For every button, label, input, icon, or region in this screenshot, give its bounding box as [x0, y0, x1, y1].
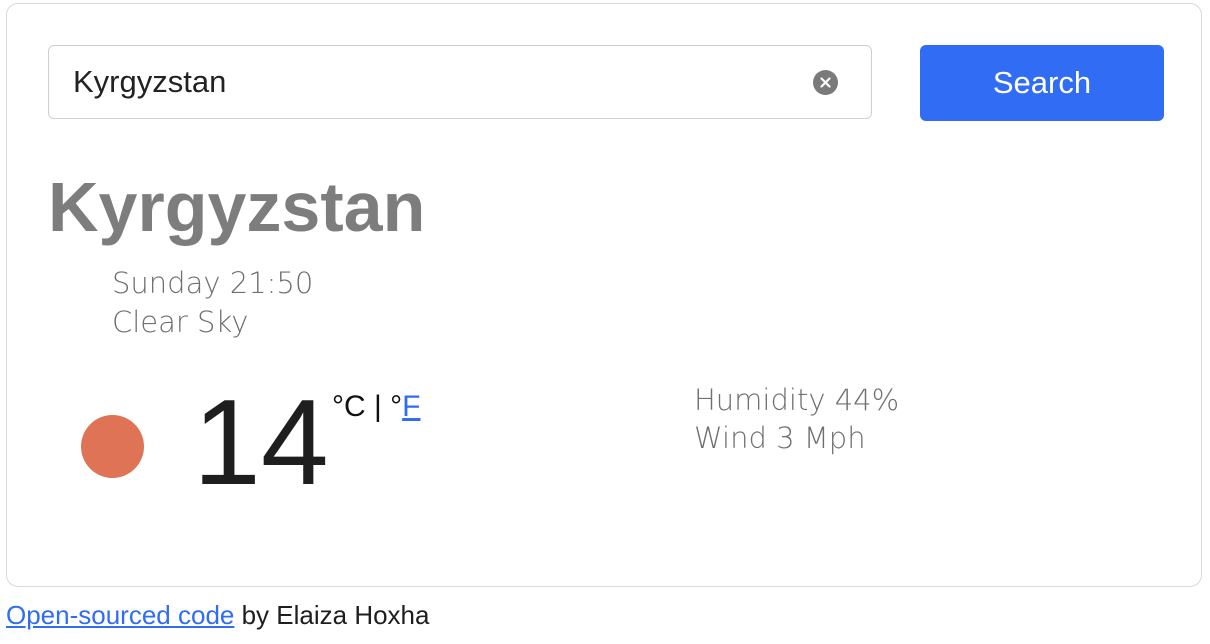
sun-icon — [81, 415, 144, 478]
weather-description: Clear Sky — [112, 305, 249, 339]
date-time: Sunday 21:50 — [112, 266, 314, 300]
city-title: Kyrgyzstan — [48, 168, 426, 246]
clear-input-icon[interactable] — [813, 70, 838, 95]
unit-fahrenheit-prefix: ° — [390, 390, 403, 423]
temperature-value: 14 — [193, 374, 329, 510]
fahrenheit-link[interactable]: F — [402, 390, 420, 423]
search-input[interactable] — [73, 46, 793, 117]
humidity: Humidity 44% — [694, 383, 900, 417]
unit-separator: | — [365, 390, 391, 423]
unit-celsius: °C — [332, 390, 366, 423]
source-code-link[interactable]: Open-sourced code — [6, 600, 234, 630]
footer: Open-sourced code by Elaiza Hoxha — [6, 597, 429, 633]
temperature-units: °C | °F — [332, 389, 420, 425]
weather-card: Search Kyrgyzstan Sunday 21:50 Clear Sky… — [6, 3, 1202, 587]
search-input-container — [48, 45, 872, 119]
author-credit: by Elaiza Hoxha — [234, 600, 430, 630]
search-button[interactable]: Search — [920, 45, 1164, 121]
wind-speed: Wind 3 Mph — [694, 421, 866, 455]
